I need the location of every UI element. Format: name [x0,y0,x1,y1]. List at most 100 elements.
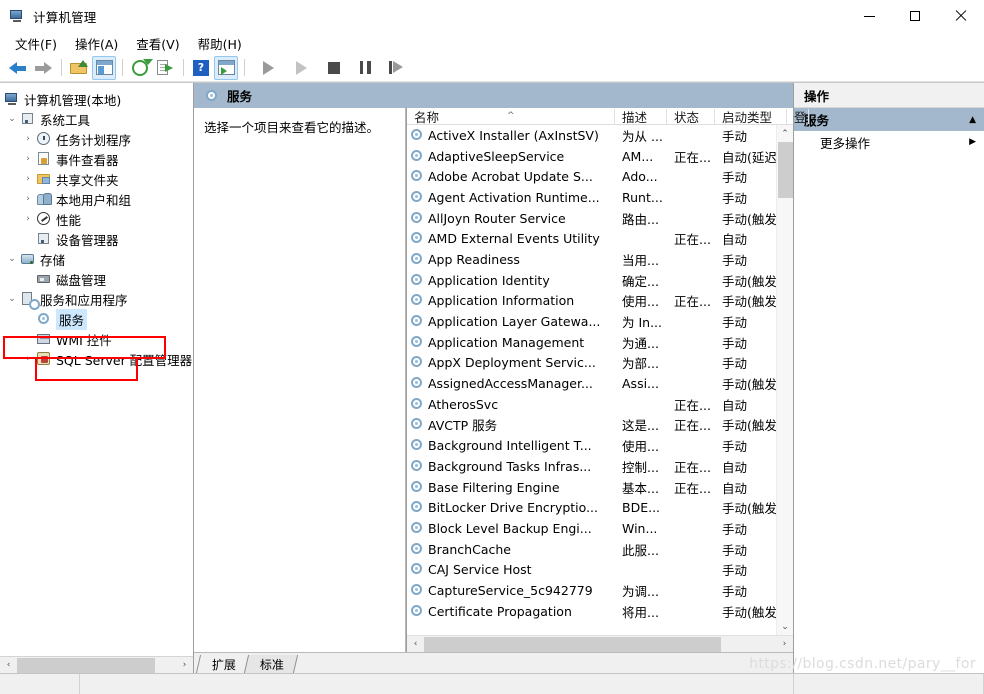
scroll-up-icon[interactable]: ⌃ [777,125,794,142]
table-row[interactable]: Application Information 使用... 正在... 手动(触发..… [407,291,776,312]
chevron-right-icon[interactable]: › [20,194,36,204]
restart-service-button[interactable] [384,56,408,80]
scroll-right-icon[interactable]: › [776,636,793,652]
tree-item-6[interactable]: 设备管理器 [0,229,193,249]
maximize-button[interactable] [892,0,938,32]
table-row[interactable]: Application Layer Gatewa...为 In...手动本 [407,311,776,332]
menu-file[interactable]: 文件(F) [6,32,66,55]
action-more-actions[interactable]: 更多操作 ▶ [794,131,984,153]
export-list-button[interactable] [153,56,177,80]
hscrollbar-track[interactable] [17,657,176,674]
table-row[interactable]: Adobe Acrobat Update S...Ado...手动本 [407,166,776,187]
menu-help[interactable]: 帮助(H) [189,32,251,55]
stop-service-button[interactable] [322,56,346,80]
chevron-up-icon[interactable]: ▲ [969,115,976,125]
scroll-left-icon[interactable]: ‹ [407,636,424,652]
tree-item-8[interactable]: 磁盘管理 [0,269,193,289]
table-row[interactable]: BitLocker Drive Encryptio... BDE... 手动(触发.… [407,497,776,518]
chevron-right-icon[interactable]: › [20,214,36,224]
table-row[interactable]: Application Management为通...手动本 [407,332,776,353]
column-name[interactable]: 名称 ^ [407,109,615,124]
console-tree[interactable]: 计算机管理(本地) ⌄ 系统工具 › 任务计划程序 › 事件查看器 › 共享文件夹 › 本地用户和… [0,83,193,656]
table-row[interactable]: Base Filtering Engine基本...正在...自动本 [407,477,776,498]
list-vscrollbar[interactable]: ⌃ ⌄ [776,125,793,635]
help-button[interactable]: ? [189,56,213,80]
table-row[interactable]: AppX Deployment Servic...为部...手动本 [407,353,776,374]
chevron-right-icon[interactable]: › [20,354,36,364]
show-hide-console-tree-button[interactable] [92,55,116,80]
list-hscrollbar[interactable]: ‹ › [407,635,793,652]
table-row[interactable]: AVCTP 服务这是...正在...手动(触发...本 [407,415,776,436]
tree-item-11[interactable]: WMI 控件 [0,329,193,349]
column-startup-type[interactable]: 启动类型 [715,109,787,124]
scroll-down-icon[interactable]: ⌄ [777,618,794,635]
table-row[interactable]: BranchCache此服...手动网 [407,539,776,560]
properties-button[interactable] [214,55,238,80]
tab-standard[interactable]: 标准 [243,655,299,673]
chevron-down-icon[interactable]: ⌄ [4,294,20,304]
table-row[interactable]: Background Tasks Infras...控制...正在...自动本 [407,456,776,477]
pause-service-button[interactable] [353,56,377,80]
tab-extended[interactable]: 扩展 [195,655,251,673]
table-row[interactable]: Application Identity确定...手动(触发...本 [407,270,776,291]
console-tree-hscrollbar[interactable]: ‹ › [0,656,193,673]
table-row[interactable]: Certificate Propagation将用...手动(触发...本 [407,601,776,622]
cell-description: 路由... [615,209,667,228]
back-button[interactable] [6,56,30,80]
tree-item-10[interactable]: 服务 [0,308,193,330]
refresh-button[interactable] [128,56,153,80]
menu-view[interactable]: 查看(V) [127,32,188,55]
cell-text: BitLocker Drive Encryptio... [428,500,598,516]
tree-item-12[interactable]: › SQL Server 配置管理器 [0,349,193,369]
tree-item-label: 性能 [56,212,82,228]
table-row[interactable]: Background Intelligent T...使用...手动本 [407,435,776,456]
tree-item-9[interactable]: ⌄ 服务和应用程序 [0,289,193,310]
tree-item-2[interactable]: › 事件查看器 [0,149,193,169]
chevron-down-icon[interactable]: ⌄ [4,114,20,124]
resume-service-button[interactable] [289,56,313,80]
vscrollbar-track[interactable] [777,142,794,618]
table-row[interactable]: Block Level Backup Engi...Win...手动本 [407,518,776,539]
column-description[interactable]: 描述 [615,109,667,124]
table-row[interactable]: AllJoyn Router Service路由...手动(触发...本 [407,208,776,229]
scroll-left-icon[interactable]: ‹ [0,657,17,673]
table-row[interactable]: AtherosSvc正在...自动本 [407,394,776,415]
hscrollbar-thumb[interactable] [17,657,155,673]
tree-item-5[interactable]: › 性能 [0,209,193,229]
scroll-right-icon[interactable]: › [176,657,193,673]
table-row[interactable]: Agent Activation Runtime...Runt...手动本 [407,187,776,208]
close-button[interactable] [938,0,984,32]
tree-item-3[interactable]: › 共享文件夹 [0,169,193,189]
hscrollbar-track[interactable] [424,636,776,653]
tree-item-0[interactable]: ⌄ 系统工具 [0,109,193,129]
tree-item-7[interactable]: ⌄ 存储 [0,249,193,269]
column-log-on-as[interactable]: 登 [787,109,809,124]
table-row[interactable]: AMD External Events Utility正在...自动本 [407,228,776,249]
vscrollbar-thumb[interactable] [777,142,793,198]
hscrollbar-thumb[interactable] [424,636,721,652]
start-service-button[interactable] [256,56,280,80]
restart-service-icon [388,61,404,74]
list-rows-container[interactable]: ActiveX Installer (AxInstSV)为从 ...手动本Ada… [407,125,776,635]
actions-group-services[interactable]: 服务 ▲ [794,108,984,131]
minimize-button[interactable] [846,0,892,32]
table-row[interactable]: CaptureService_5c942779为调...手动本 [407,580,776,601]
cell-text: 手动(触发... [722,418,776,434]
up-one-level-button[interactable] [67,56,91,80]
chevron-right-icon[interactable]: › [20,134,36,144]
chevron-down-icon[interactable]: ⌄ [4,254,20,264]
chevron-right-icon[interactable]: › [20,174,36,184]
tree-item-1[interactable]: › 任务计划程序 [0,129,193,149]
table-row[interactable]: CAJ Service Host手动本 [407,559,776,580]
table-row[interactable]: App Readiness当用...手动本 [407,249,776,270]
show-hide-console-tree-icon [95,60,113,75]
table-row[interactable]: AssignedAccessManager...Assi...手动(触发...本 [407,373,776,394]
tree-item-4[interactable]: › 本地用户和组 [0,189,193,209]
tree-item-computer-management-local[interactable]: 计算机管理(本地) [0,89,193,109]
menu-action[interactable]: 操作(A) [66,32,127,55]
table-row[interactable]: AdaptiveSleepServiceAM...正在...自动(延迟...本 [407,146,776,167]
table-row[interactable]: ActiveX Installer (AxInstSV)为从 ...手动本 [407,125,776,146]
chevron-right-icon[interactable]: › [20,154,36,164]
forward-button[interactable] [31,56,55,80]
column-status[interactable]: 状态 [667,109,715,124]
